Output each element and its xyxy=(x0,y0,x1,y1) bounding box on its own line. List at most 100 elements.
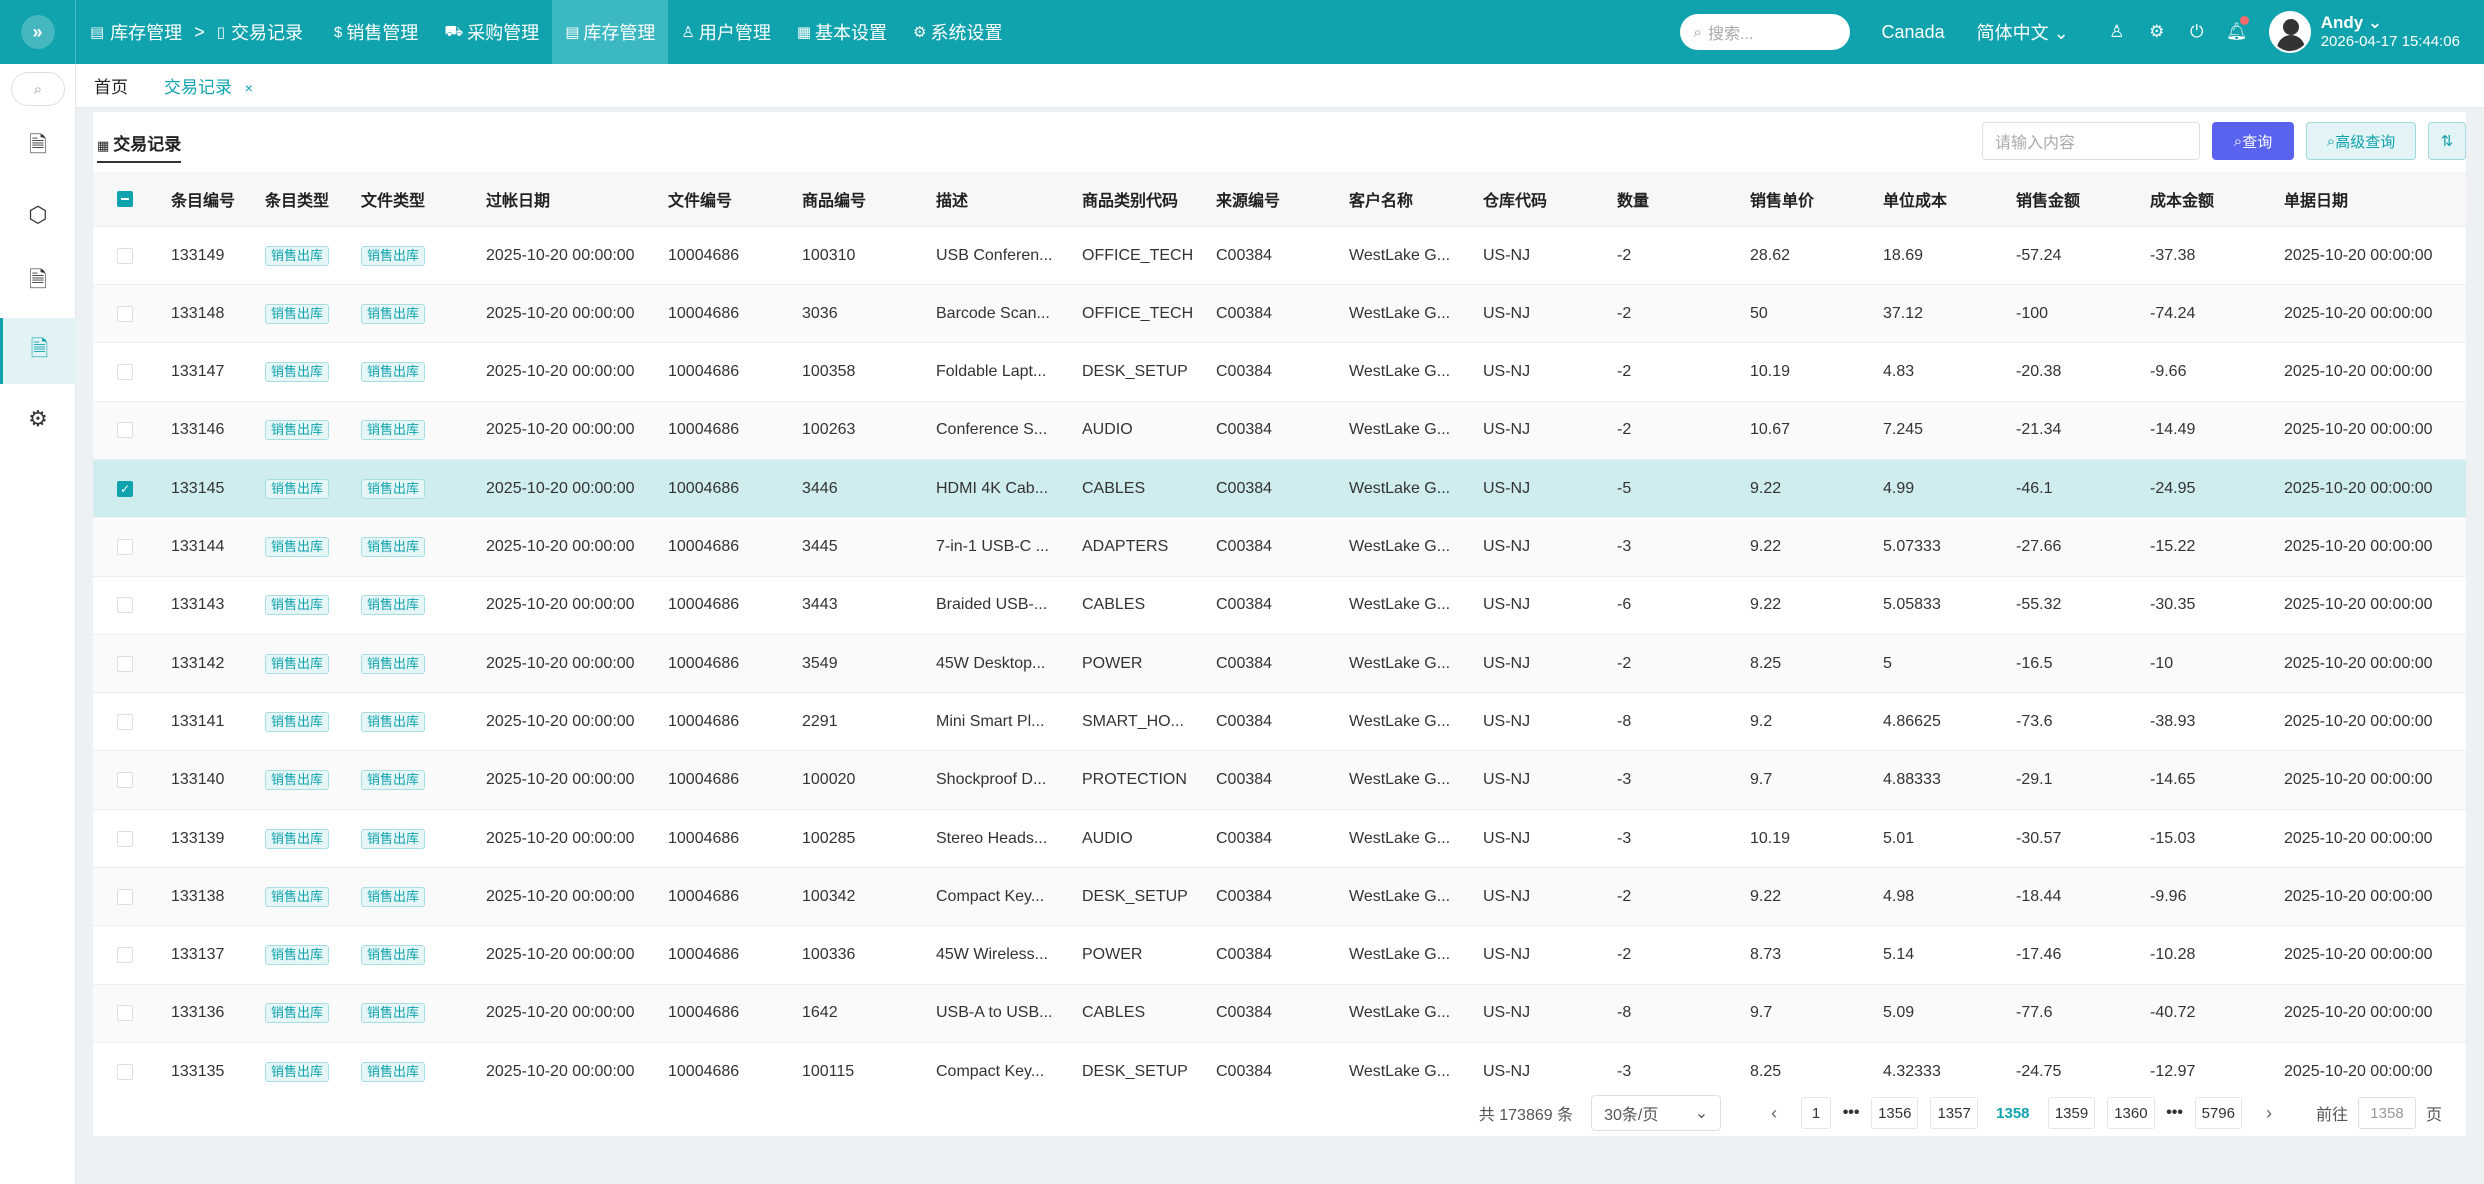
page-size-select[interactable]: 30条/页 ⌄ xyxy=(1591,1095,1722,1131)
column-header-quantity[interactable]: 数量 xyxy=(1617,172,1649,226)
column-header-doc-date[interactable]: 单据日期 xyxy=(2284,172,2348,226)
row-checkbox[interactable] xyxy=(117,927,133,984)
sidebar-item-reports[interactable]: 🗎︎ xyxy=(0,249,76,315)
table-row[interactable]: 133142 销售出库 销售出库 2025-10-20 00:00:00 1000468… xyxy=(93,635,2466,694)
advanced-query-button[interactable]: ⌕ 高级查询 xyxy=(2306,122,2416,160)
goto-page-input[interactable]: 1358 xyxy=(2357,1097,2416,1129)
row-checkbox[interactable] xyxy=(117,693,133,750)
page-1356[interactable]: 1356 xyxy=(1871,1097,1919,1129)
row-checkbox[interactable] xyxy=(117,577,133,634)
table-row[interactable]: 133148 销售出库 销售出库 2025-10-20 00:00:00 1000468… xyxy=(93,285,2466,344)
tab-transactions[interactable]: 交易记录 × xyxy=(146,73,271,98)
row-checkbox[interactable] xyxy=(117,227,133,284)
column-header-posting-date[interactable]: 过帐日期 xyxy=(486,172,550,226)
nav-system-settings[interactable]: ⚙ 系统设置 xyxy=(900,0,1015,64)
column-header-category-code[interactable]: 商品类别代码 xyxy=(1082,172,1178,226)
tab-home[interactable]: 首页 xyxy=(76,73,146,98)
cell-customer-name: WestLake G... xyxy=(1349,829,1451,847)
page-ellipsis-prev[interactable]: ••• xyxy=(1837,1104,1865,1122)
keyword-search-input[interactable]: 请输入内容 xyxy=(1982,122,2200,160)
cell-cost-amount: -30.35 xyxy=(2150,596,2196,614)
settings-icon[interactable]: ⚙ xyxy=(2137,22,2177,42)
row-checkbox[interactable] xyxy=(117,752,133,809)
table-row[interactable]: 133149 销售出库 销售出库 2025-10-20 00:00:00 1000468… xyxy=(93,227,2466,285)
column-header-source-no[interactable]: 来源编号 xyxy=(1216,172,1280,226)
user-menu[interactable]: Andy ⌄ 2026-04-17 15:44:06 xyxy=(2268,11,2460,53)
nav-purchase[interactable]: ⛟ 采购管理 xyxy=(431,0,552,64)
breadcrumb-root[interactable]: 库存管理 xyxy=(110,19,182,45)
global-search-input[interactable]: ⌕ 搜索... xyxy=(1679,14,1850,50)
table-row[interactable]: 133140 销售出库 销售出库 2025-10-20 00:00:00 1000468… xyxy=(93,751,2466,810)
sidebar-item-inventory[interactable]: 🗎︎ xyxy=(0,318,76,384)
row-checkbox[interactable] xyxy=(117,285,133,342)
row-checkbox[interactable]: ✓ xyxy=(117,460,133,517)
nav-inventory[interactable]: ▤ 库存管理 xyxy=(552,0,669,64)
page-last[interactable]: 5796 xyxy=(2194,1097,2242,1129)
table-row[interactable]: 133138 销售出库 销售出库 2025-10-20 00:00:00 1000468… xyxy=(93,868,2466,927)
chevron-down-icon: ⌄ xyxy=(2363,13,2383,32)
user-profile-icon[interactable]: ♙ xyxy=(2097,22,2137,42)
page-current[interactable]: 1358 xyxy=(1989,1097,2036,1129)
cell-entry-type: 销售出库 xyxy=(265,985,330,1042)
table-row[interactable]: 133144 销售出库 销售出库 2025-10-20 00:00:00 1000468… xyxy=(93,518,2466,577)
row-checkbox[interactable] xyxy=(117,635,133,692)
row-checkbox[interactable] xyxy=(117,344,133,401)
cell-warehouse-code: US-NJ xyxy=(1483,829,1531,847)
table-row[interactable]: 133135 销售出库 销售出库 2025-10-20 00:00:00 1000468… xyxy=(93,1043,2466,1087)
row-checkbox[interactable] xyxy=(117,519,133,576)
sidebar-item-sales[interactable]: 🗎︎ xyxy=(0,114,76,180)
cell-item-no: 3036 xyxy=(802,304,838,322)
cell-sales-amount: -30.57 xyxy=(2016,829,2062,847)
query-button[interactable]: ⌕ 查询 xyxy=(2212,122,2294,160)
column-header-cost-amount[interactable]: 成本金额 xyxy=(2150,172,2214,226)
row-checkbox[interactable] xyxy=(117,868,133,925)
bell-icon[interactable]: 🔔︎ xyxy=(2217,16,2257,42)
column-header-doc-no[interactable]: 文件编号 xyxy=(668,172,732,226)
sidebar-search-button[interactable]: ⌕ xyxy=(11,72,65,106)
sidebar-item-purchase[interactable]: ⬡ xyxy=(0,182,76,248)
table-row[interactable]: 133137 销售出库 销售出库 2025-10-20 00:00:00 1000468… xyxy=(93,926,2466,985)
row-checkbox[interactable] xyxy=(117,985,133,1042)
table-row[interactable]: 133139 销售出库 销售出库 2025-10-20 00:00:00 1000468… xyxy=(93,810,2466,868)
row-checkbox[interactable] xyxy=(117,1043,133,1087)
next-page-button[interactable]: › xyxy=(2254,1103,2284,1124)
page-1359[interactable]: 1359 xyxy=(2047,1097,2096,1129)
cell-description: Foldable Lapt... xyxy=(936,363,1047,381)
nav-basic-settings[interactable]: ▦ 基本设置 xyxy=(784,0,900,64)
language-selector[interactable]: 简体中文 ⌄ xyxy=(1977,19,2069,45)
column-header-item-no[interactable]: 商品编号 xyxy=(802,172,866,226)
cell-quantity: -2 xyxy=(1617,946,1632,964)
table-row[interactable]: ✓ 133145 销售出库 销售出库 2025-10-20 00:00:00 100046… xyxy=(93,460,2466,519)
sort-toggle-button[interactable]: ⇅ xyxy=(2428,122,2466,160)
page-1357[interactable]: 1357 xyxy=(1930,1097,1978,1129)
table-row[interactable]: 133147 销售出库 销售出库 2025-10-20 00:00:00 1000468… xyxy=(93,343,2466,402)
column-header-sales-amount[interactable]: 销售金额 xyxy=(2016,172,2080,226)
sidebar-toggle[interactable]: » xyxy=(0,0,76,64)
column-header-warehouse-code[interactable]: 仓库代码 xyxy=(1483,172,1547,226)
region-selector[interactable]: Canada xyxy=(1882,22,1945,43)
table-row[interactable]: 133141 销售出库 销售出库 2025-10-20 00:00:00 1000468… xyxy=(93,693,2466,752)
column-header-entry-type[interactable]: 条目类型 xyxy=(265,172,329,226)
cell-entry-no: 133147 xyxy=(171,363,225,381)
column-header-unit-cost[interactable]: 单位成本 xyxy=(1883,172,1947,226)
page-first[interactable]: 1 xyxy=(1801,1097,1832,1129)
column-header-unit-price[interactable]: 销售单价 xyxy=(1750,172,1814,226)
column-header-customer-name[interactable]: 客户名称 xyxy=(1349,172,1413,226)
prev-page-button[interactable]: ‹ xyxy=(1759,1103,1789,1124)
power-icon[interactable]: ⏻ xyxy=(2177,22,2217,42)
column-header-entry-no[interactable]: 条目编号 xyxy=(171,172,235,226)
column-header-doc-type[interactable]: 文件类型 xyxy=(361,172,425,226)
nav-users[interactable]: ♙ 用户管理 xyxy=(668,0,783,64)
table-row[interactable]: 133136 销售出库 销售出库 2025-10-20 00:00:00 1000468… xyxy=(93,984,2466,1043)
column-header-description[interactable]: 描述 xyxy=(936,172,968,226)
table-row[interactable]: 133143 销售出库 销售出库 2025-10-20 00:00:00 1000468… xyxy=(93,576,2466,635)
close-icon[interactable]: × xyxy=(245,80,253,96)
row-checkbox[interactable] xyxy=(117,810,133,867)
table-row[interactable]: 133146 销售出库 销售出库 2025-10-20 00:00:00 1000468… xyxy=(93,401,2466,460)
page-1360[interactable]: 1360 xyxy=(2107,1097,2155,1129)
select-all-checkbox[interactable] xyxy=(117,172,133,226)
sidebar-item-settings[interactable]: ⚙ xyxy=(0,386,76,452)
page-ellipsis-next[interactable]: ••• xyxy=(2161,1104,2189,1122)
nav-sales[interactable]: $ 销售管理 xyxy=(321,0,431,64)
row-checkbox[interactable] xyxy=(117,402,133,459)
